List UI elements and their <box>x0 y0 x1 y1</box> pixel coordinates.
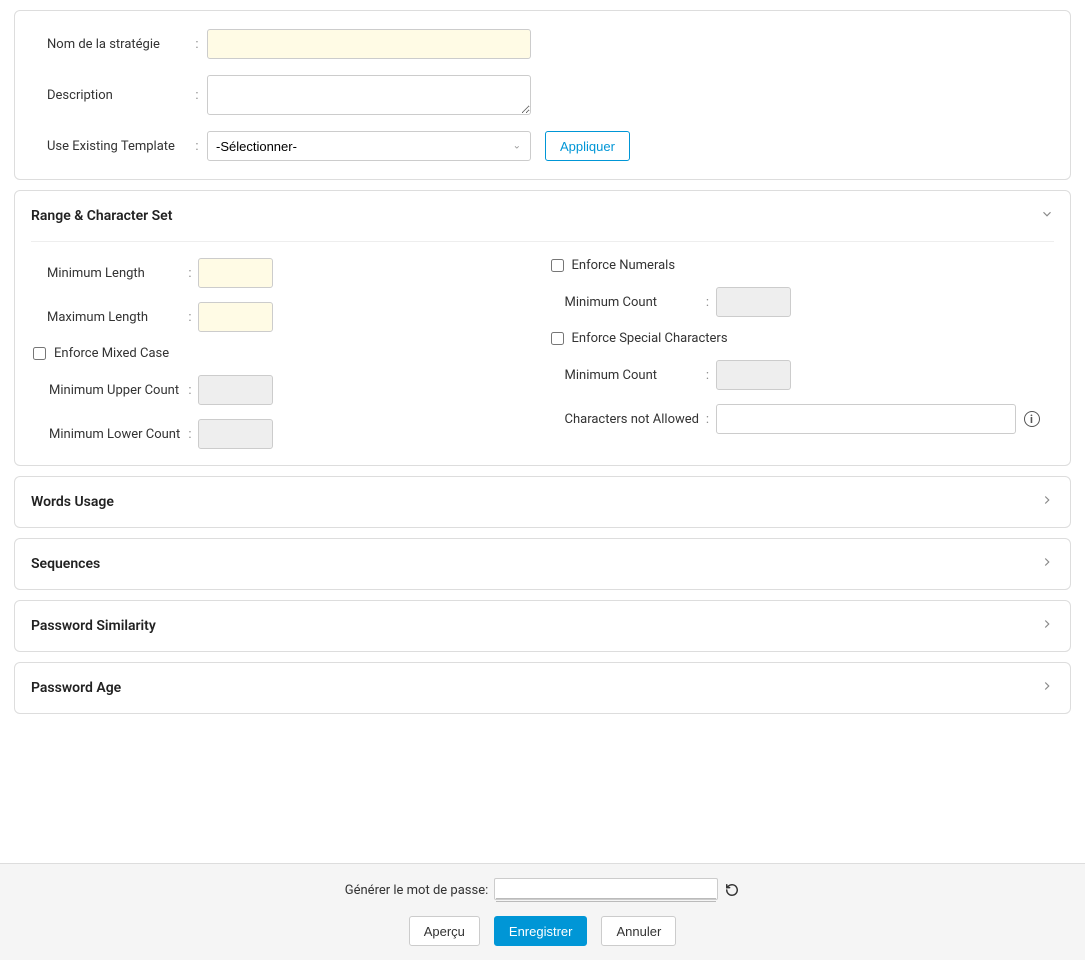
chevron-right-icon <box>1040 617 1054 635</box>
description-label: Description <box>47 88 187 103</box>
description-textarea[interactable] <box>207 75 531 115</box>
strategy-name-label: Nom de la stratégie <box>47 37 187 52</box>
general-panel: Nom de la stratégie : Description : Use … <box>14 10 1071 180</box>
enforce-special-label: Enforce Special Characters <box>572 331 728 346</box>
range-charset-panel: Range & Character Set Minimum Length : M… <box>14 190 1071 466</box>
max-length-input[interactable] <box>198 302 273 332</box>
generate-password-label: Générer le mot de passe: <box>345 883 488 898</box>
sequences-title: Sequences <box>31 556 100 572</box>
password-similarity-title: Password Similarity <box>31 618 156 634</box>
sp-min-count-input <box>716 360 791 390</box>
cancel-button[interactable]: Annuler <box>601 916 676 946</box>
password-similarity-panel: Password Similarity <box>14 600 1071 652</box>
sequences-header[interactable]: Sequences <box>15 539 1070 589</box>
generate-password-input[interactable] <box>494 878 718 900</box>
range-charset-title: Range & Character Set <box>31 208 172 224</box>
chars-not-allowed-input[interactable] <box>716 404 1016 434</box>
save-button[interactable]: Enregistrer <box>494 916 588 946</box>
chevron-right-icon <box>1040 555 1054 573</box>
min-lower-input <box>198 419 273 449</box>
strategy-name-input[interactable] <box>207 29 531 59</box>
sp-min-count-label: Minimum Count <box>565 368 700 383</box>
min-upper-label: Minimum Upper Count <box>47 383 182 398</box>
mixed-case-label: Enforce Mixed Case <box>54 346 169 361</box>
enforce-numerals-label: Enforce Numerals <box>572 258 676 273</box>
min-length-label: Minimum Length <box>47 266 182 281</box>
chevron-right-icon <box>1040 679 1054 697</box>
template-label: Use Existing Template <box>47 139 187 154</box>
mixed-case-checkbox[interactable] <box>33 347 46 360</box>
password-age-title: Password Age <box>31 680 121 696</box>
preview-button[interactable]: Aperçu <box>409 916 480 946</box>
info-icon[interactable]: i <box>1024 411 1040 427</box>
min-length-input[interactable] <box>198 258 273 288</box>
refresh-icon[interactable] <box>724 882 740 898</box>
max-length-label: Maximum Length <box>47 310 182 325</box>
footer-bar: Générer le mot de passe: Aperçu Enregist… <box>0 863 1085 960</box>
num-min-count-input <box>716 287 791 317</box>
words-usage-title: Words Usage <box>31 494 114 510</box>
apply-button[interactable]: Appliquer <box>545 131 630 161</box>
num-min-count-label: Minimum Count <box>565 295 700 310</box>
sequences-panel: Sequences <box>14 538 1071 590</box>
range-charset-header[interactable]: Range & Character Set <box>15 191 1070 241</box>
words-usage-panel: Words Usage <box>14 476 1071 528</box>
template-select[interactable]: -Sélectionner- <box>207 131 531 161</box>
password-similarity-header[interactable]: Password Similarity <box>15 601 1070 651</box>
words-usage-header[interactable]: Words Usage <box>15 477 1070 527</box>
password-age-header[interactable]: Password Age <box>15 663 1070 713</box>
chevron-down-icon <box>1040 207 1054 225</box>
enforce-numerals-checkbox[interactable] <box>551 259 564 272</box>
min-lower-label: Minimum Lower Count <box>47 427 182 442</box>
chars-not-allowed-label: Characters not Allowed <box>565 412 700 427</box>
enforce-special-checkbox[interactable] <box>551 332 564 345</box>
resize-handle-icon[interactable] <box>494 898 718 902</box>
min-upper-input <box>198 375 273 405</box>
chevron-right-icon <box>1040 493 1054 511</box>
password-age-panel: Password Age <box>14 662 1071 714</box>
